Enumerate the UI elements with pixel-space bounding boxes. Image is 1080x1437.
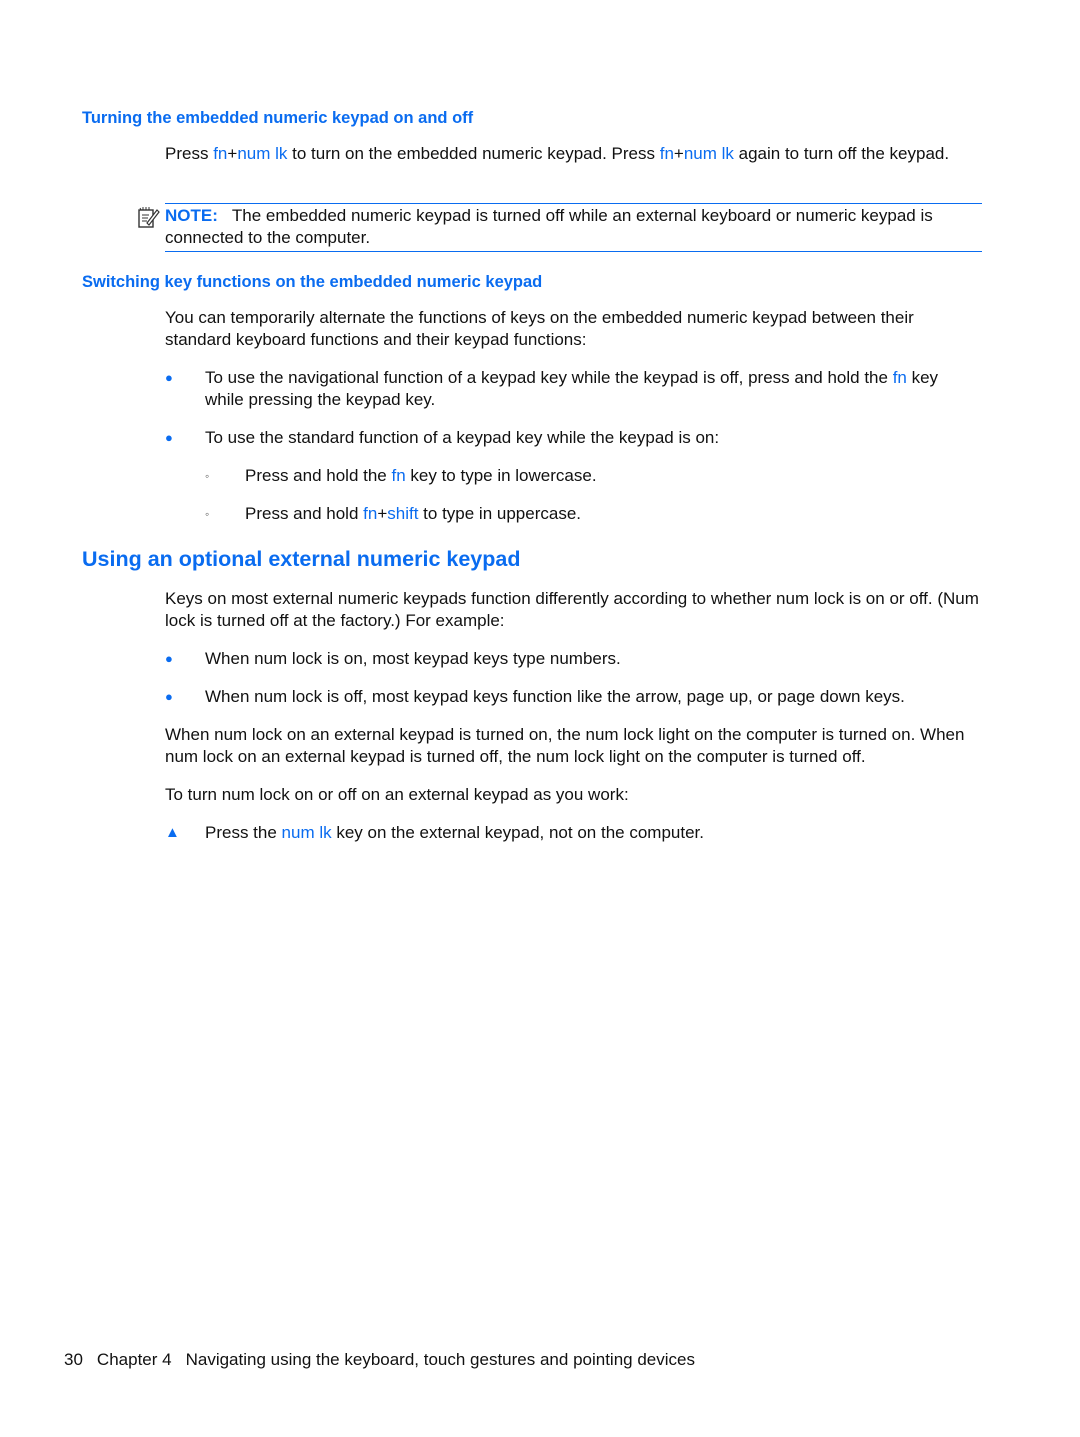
list-item-text: When num lock is on, most keypad keys ty…: [205, 649, 621, 668]
chapter-title: Navigating using the keyboard, touch ges…: [185, 1350, 695, 1369]
list-item-text: To use the standard function of a keypad…: [205, 427, 980, 449]
triangle-step-icon: ▲: [165, 824, 180, 841]
num-lock-light-paragraph: When num lock on an external keypad is t…: [165, 725, 965, 766]
key-name: num lk: [237, 144, 288, 163]
bullet-icon: ●: [165, 651, 173, 666]
key-name: num lk: [683, 144, 734, 163]
page-footer: 30 Chapter 4 Navigating using the keyboard…: [64, 1349, 709, 1371]
key-name: shift: [387, 504, 419, 523]
key-name: fn: [391, 466, 406, 485]
heading-switching-key-functions: Switching key functions on the embedded …: [82, 273, 543, 291]
text-run: again to turn off the keypad.: [733, 144, 950, 163]
text-run: Press: [165, 144, 214, 163]
bullet-icon: ●: [165, 430, 173, 445]
text-run: +: [673, 144, 684, 163]
list-item-text: To use the navigational function of a ke…: [205, 367, 980, 411]
text-run: key on the external keypad, not on the c…: [331, 823, 704, 842]
key-name: fn: [892, 368, 907, 387]
text-run: Press and hold: [245, 504, 364, 523]
key-name: fn: [659, 144, 674, 163]
note-icon: [138, 207, 160, 228]
heading-external-numeric-keypad: Using an optional external numeric keypa…: [82, 547, 521, 571]
text-run: Press the: [205, 823, 282, 842]
note-box: NOTE: The embedded numeric keypad is turn…: [165, 203, 982, 252]
bullet-icon: ●: [165, 370, 173, 385]
bullet-icon: ●: [165, 689, 173, 704]
sub-list-item-text: Press and hold the fn key to type in low…: [245, 465, 965, 487]
page-number: 30: [64, 1350, 83, 1369]
text-run: To use the standard function of a keypad…: [205, 428, 720, 447]
chapter-label: Chapter 4: [96, 1350, 172, 1369]
text-run: to type in uppercase.: [418, 504, 581, 523]
switching-intro-paragraph: You can temporarily alternate the functi…: [165, 308, 914, 349]
list-item-text: When num lock is off, most keypad keys f…: [205, 687, 905, 706]
circle-bullet-icon: ◦: [205, 469, 210, 483]
circle-bullet-icon: ◦: [205, 507, 210, 521]
sub-list-item-text: Press and hold fn+shift to type in upper…: [245, 503, 965, 525]
note-text: The embedded numeric keypad is turned of…: [165, 206, 933, 247]
turn-num-lock-paragraph: To turn num lock on or off on an externa…: [165, 785, 629, 804]
note-label: NOTE:: [165, 206, 218, 225]
text-run: +: [377, 504, 388, 523]
text-run: To use the navigational function of a ke…: [205, 368, 893, 387]
keypad-toggle-paragraph: Press fn+num lk to turn on the embedded …: [165, 143, 980, 165]
key-name: fn: [213, 144, 228, 163]
step-text: Press the num lk key on the external key…: [205, 822, 980, 844]
text-run: +: [227, 144, 238, 163]
text-run: key to type in lowercase.: [405, 466, 597, 485]
key-name: num lk: [281, 823, 332, 842]
external-intro-paragraph: Keys on most external numeric keypads fu…: [165, 589, 979, 630]
key-name: fn: [363, 504, 378, 523]
heading-turning-keypad-on-off: Turning the embedded numeric keypad on a…: [82, 109, 474, 127]
text-run: to turn on the embedded numeric keypad. …: [287, 144, 660, 163]
text-run: Press and hold the: [245, 466, 392, 485]
